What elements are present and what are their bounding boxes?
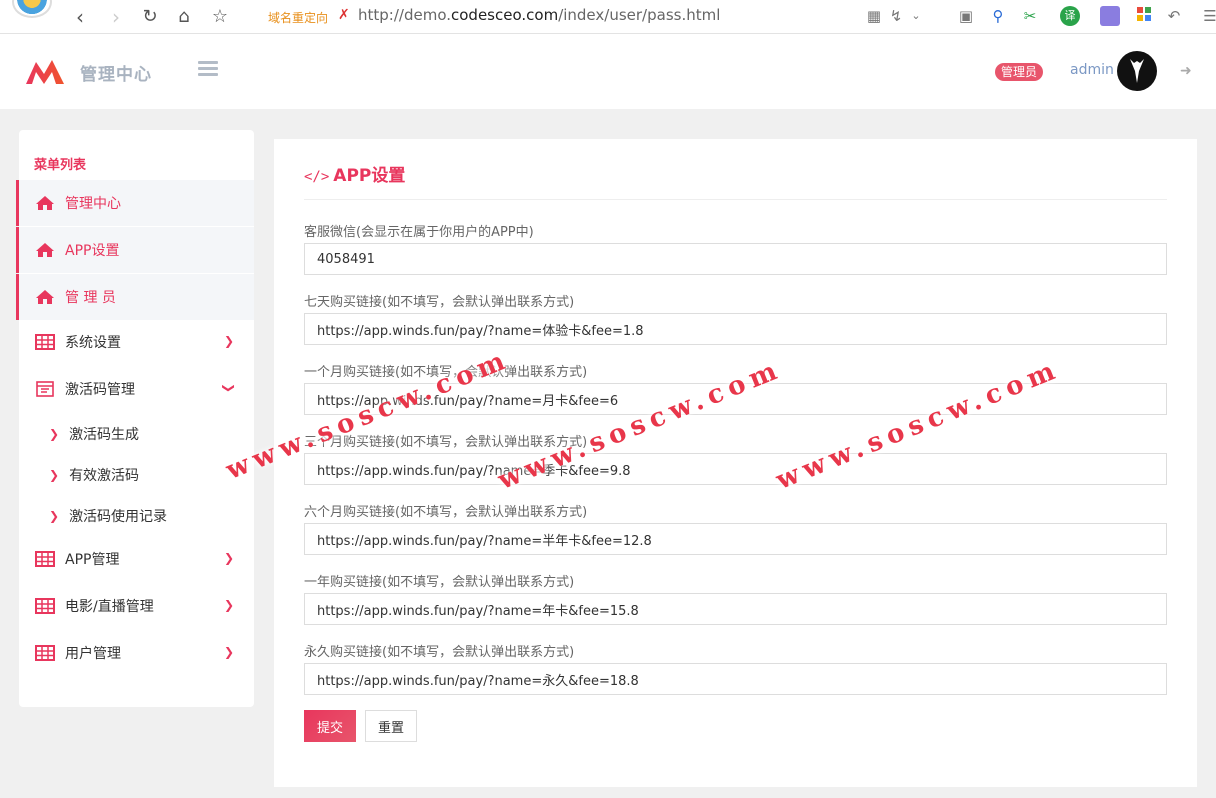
sidebar-item-app-management[interactable]: APP管理 ❯ [19,536,254,582]
reload-icon[interactable]: ↻ [138,5,162,29]
sidebar-item-user-management[interactable]: 用户管理 ❯ [19,630,254,676]
sidebar-item-label: APP管理 [65,552,120,568]
sidebar-item-activation-codes[interactable]: 激活码管理 ❯ [19,366,254,412]
sub-item-valid-codes[interactable]: ❯ 有效激活码 [49,460,139,490]
url-path: /index/user/pass.html [558,6,721,24]
brand-logo-icon [26,60,64,84]
url-domain: codesceo.com [451,6,559,24]
reset-button[interactable]: 重置 [365,710,417,742]
page-title: </> APP设置 [304,161,405,186]
url-prefix: http://demo. [358,6,451,24]
sidebar: 菜单列表 管理中心 APP设置 管 理 员 系统设置 ❯ 激活码管理 ❯ ❯ 激活… [16,130,254,707]
apps-grid-icon[interactable] [1134,6,1154,26]
table-icon [35,645,55,661]
qr-icon[interactable]: ▦ [864,6,884,26]
browser-logo-icon [12,0,52,18]
logout-icon[interactable]: ➜ [1180,63,1192,79]
scissors-icon[interactable]: ✂ [1020,6,1040,26]
sidebar-item-system-settings[interactable]: 系统设置 ❯ [19,319,254,365]
lifetime-link-input[interactable] [304,663,1167,695]
wechat-input[interactable] [304,243,1167,275]
sidebar-title: 菜单列表 [34,158,87,173]
sidebar-item-label: 用户管理 [65,646,121,662]
avatar[interactable] [1117,51,1157,91]
sub-item-label: 有效激活码 [69,468,140,484]
seven-day-link-label: 七天购买链接(如不填写，会默认弹出联系方式) [304,295,575,310]
undo-icon[interactable]: ↶ [1164,6,1184,26]
username-link[interactable]: admin [1070,62,1114,78]
search-icon[interactable]: ⚲ [988,6,1008,26]
app-title: 管理中心 [80,65,152,85]
lightning-icon[interactable]: ↯ [886,6,906,26]
one-year-link-input[interactable] [304,593,1167,625]
six-month-link-input[interactable] [304,523,1167,555]
redirect-label: 域名重定向 [268,11,329,25]
app-header: 管理中心 管理员 admin ➜ [0,34,1216,109]
divider [304,199,1167,200]
table-icon [35,334,55,350]
lifetime-link-label: 永久购买链接(如不填写，会默认弹出联系方式) [304,645,575,660]
extension-icon[interactable] [1100,6,1120,26]
three-month-link-input[interactable] [304,453,1167,485]
sub-item-code-usage-log[interactable]: ❯ 激活码使用记录 [49,501,167,531]
screenshot-icon[interactable]: ▣ [956,6,976,26]
chevron-right-icon: ❯ [223,645,234,659]
sidebar-item-movie-live[interactable]: 电影/直播管理 ❯ [19,583,254,629]
sub-item-generate-code[interactable]: ❯ 激活码生成 [49,419,139,449]
back-icon[interactable]: ‹ [68,5,92,29]
six-month-link-label: 六个月购买链接(如不填写，会默认弹出联系方式) [304,505,588,520]
settings-card: </>APP设置 客服微信(会显示在属于你用户的APP中) 七天购买链接(如不填… [274,139,1197,787]
menu-toggle-icon[interactable] [198,61,218,79]
sidebar-item-admin[interactable]: 管 理 员 [16,274,254,320]
role-badge: 管理员 [995,63,1044,81]
menu-icon[interactable]: ☰ [1200,6,1216,26]
sidebar-item-dashboard[interactable]: 管理中心 [16,180,254,226]
wechat-label: 客服微信(会显示在属于你用户的APP中) [304,225,534,240]
star-icon[interactable]: ☆ [208,5,232,29]
table-icon [35,551,55,567]
home-icon [36,243,54,257]
sub-item-label: 激活码使用记录 [69,509,168,525]
home-icon[interactable]: ⌂ [172,5,196,29]
chevron-down-icon: ❯ [221,382,236,394]
translate-icon[interactable]: 译 [1060,6,1080,26]
one-year-link-label: 一年购买链接(如不填写，会默认弹出联系方式) [304,575,575,590]
chevron-right-icon: ❯ [223,551,234,565]
chevron-right-icon: ❯ [223,598,234,612]
insecure-icon: ✗ [338,7,350,23]
sidebar-item-label: 系统设置 [65,335,121,351]
home-icon [36,290,54,304]
chevron-down-icon[interactable]: ⌄ [906,6,926,26]
chevron-right-icon: ❯ [223,334,234,348]
sub-item-label: 激活码生成 [69,427,140,443]
sidebar-item-label: 管理中心 [65,196,121,212]
address-bar[interactable]: http://demo.codesceo.com/index/user/pass… [358,6,720,24]
chevron-right-icon: ❯ [49,468,60,482]
home-icon [36,196,54,210]
seven-day-link-input[interactable] [304,313,1167,345]
sidebar-item-label: 激活码管理 [65,382,135,398]
code-icon: </> [304,169,330,185]
sidebar-item-label: 管 理 员 [65,290,116,306]
calendar-icon [36,381,54,397]
chevron-right-icon: ❯ [49,427,60,441]
sidebar-item-app-settings[interactable]: APP设置 [16,227,254,273]
page-title-text: APP设置 [333,166,406,186]
sidebar-item-label: 电影/直播管理 [65,599,154,615]
submit-button[interactable]: 提交 [304,710,356,742]
table-icon [35,598,55,614]
chevron-right-icon: ❯ [49,509,60,523]
sidebar-item-label: APP设置 [65,243,120,259]
forward-icon[interactable]: › [104,5,128,29]
browser-toolbar: ‹ › ↻ ⌂ ☆ 域名重定向 ✗ http://demo.codesceo.c… [0,0,1216,34]
